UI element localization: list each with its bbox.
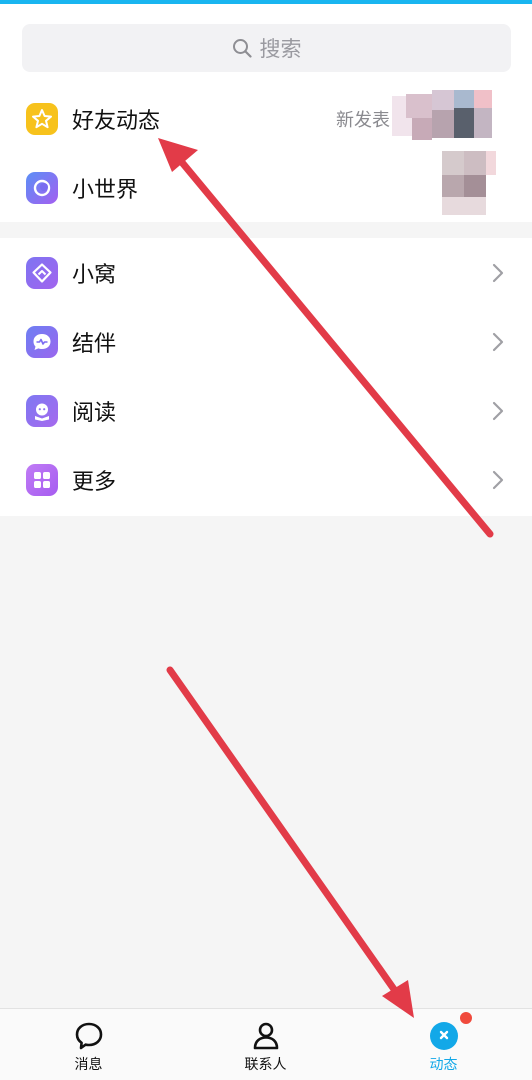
search-icon (232, 39, 252, 58)
reading-icon (26, 394, 58, 427)
grid-icon (26, 463, 58, 496)
planet-icon (26, 171, 58, 204)
companion-label: 结伴 (72, 331, 117, 357)
nest-row[interactable]: 小窝 (0, 238, 532, 307)
more-row[interactable]: 更多 (0, 445, 532, 514)
blurred-avatar-preview (392, 90, 500, 148)
friends-feed-label: 好友动态 (72, 108, 161, 134)
small-world-label: 小世界 (72, 177, 139, 203)
search-header: 搜索 (0, 4, 532, 84)
friends-feed-row[interactable]: 好友动态 新发表 (0, 84, 532, 153)
blurred-thumbnail (442, 151, 498, 215)
chevron-right-icon (492, 332, 504, 351)
search-placeholder: 搜索 (259, 37, 302, 61)
chevron-right-icon (492, 470, 504, 489)
house-icon (26, 256, 58, 289)
chat-bubble-icon (73, 1020, 105, 1052)
chevron-right-icon (492, 401, 504, 420)
new-post-text: 新发表 (336, 109, 390, 131)
more-label: 更多 (72, 469, 117, 495)
bottom-tab-bar: 消息 联系人 动态 (0, 1008, 532, 1080)
reading-label: 阅读 (72, 400, 117, 426)
small-world-row[interactable]: 小世界 (0, 151, 532, 222)
reading-row[interactable]: 阅读 (0, 376, 532, 445)
search-input[interactable]: 搜索 (22, 24, 511, 72)
tab-contacts[interactable]: 联系人 (177, 1009, 354, 1080)
companion-row[interactable]: 结伴 (0, 307, 532, 376)
feature-group: 小窝 结伴 阅读 更多 (0, 238, 532, 516)
tab-feed[interactable]: 动态 (355, 1009, 532, 1080)
tab-label: 联系人 (244, 1057, 287, 1073)
tab-messages[interactable]: 消息 (0, 1009, 177, 1080)
tab-label: 消息 (74, 1057, 103, 1073)
arrow-to-feed-tab (166, 666, 414, 1018)
person-icon (250, 1020, 282, 1052)
nest-label: 小窝 (72, 262, 117, 288)
notification-dot (459, 1012, 472, 1024)
star-icon (26, 102, 58, 135)
star-circle-icon (428, 1012, 472, 1052)
tab-label: 动态 (429, 1057, 458, 1073)
chevron-right-icon (492, 263, 504, 282)
feed-group: 好友动态 新发表 小世界 (0, 84, 532, 222)
chat-pulse-icon (26, 325, 58, 358)
